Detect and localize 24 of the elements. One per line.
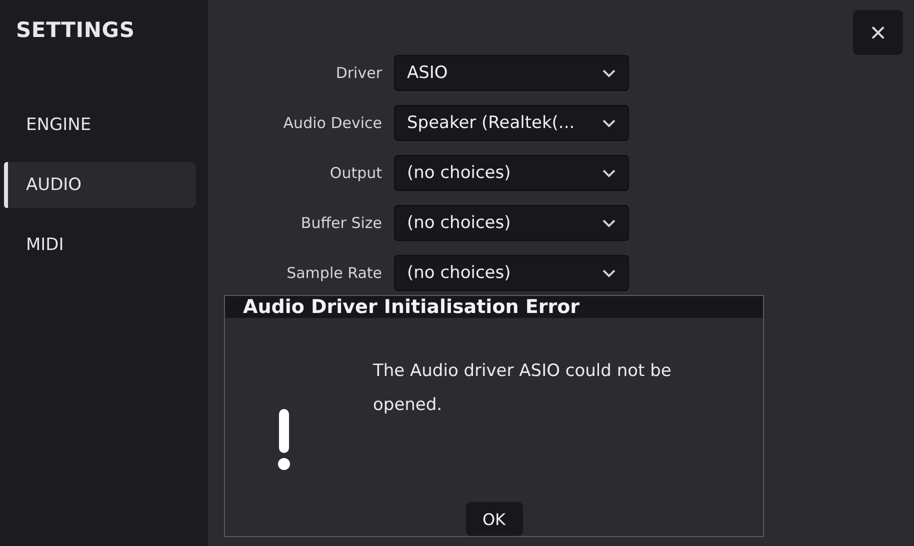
field-label: Buffer Size (300, 214, 382, 232)
sidebar-item[interactable]: AUDIO (4, 162, 196, 208)
settings-title: SETTINGS (16, 18, 136, 42)
chevron-down-icon (602, 218, 616, 228)
chevron-down-icon (602, 268, 616, 278)
close-button[interactable]: × (853, 10, 903, 55)
exclamation-icon (278, 409, 290, 471)
chevron-down-icon (602, 168, 616, 178)
chevron-down-icon (602, 68, 616, 78)
field-label: Driver (334, 64, 382, 82)
field-label: Audio Device (282, 114, 382, 132)
field-label: Output (328, 164, 382, 182)
sidebar-item[interactable]: ENGINE (4, 102, 196, 148)
ok-button[interactable]: OK (466, 502, 522, 536)
dropdown[interactable]: ASIO (394, 55, 629, 91)
field-label: Sample Rate (286, 264, 382, 282)
dropdown[interactable]: (no choices) (394, 205, 629, 241)
dropdown[interactable]: Speaker (Realtek(... (394, 105, 629, 141)
chevron-down-icon (602, 118, 616, 128)
dropdown[interactable]: (no choices) (394, 155, 629, 191)
sidebar-item[interactable]: MIDI (4, 222, 196, 268)
dialog-title: Audio Driver Initialisation Error (225, 296, 763, 318)
error-message: The Audio driver ASIO could not be opened. (373, 360, 672, 417)
dropdown[interactable]: (no choices) (394, 255, 629, 291)
